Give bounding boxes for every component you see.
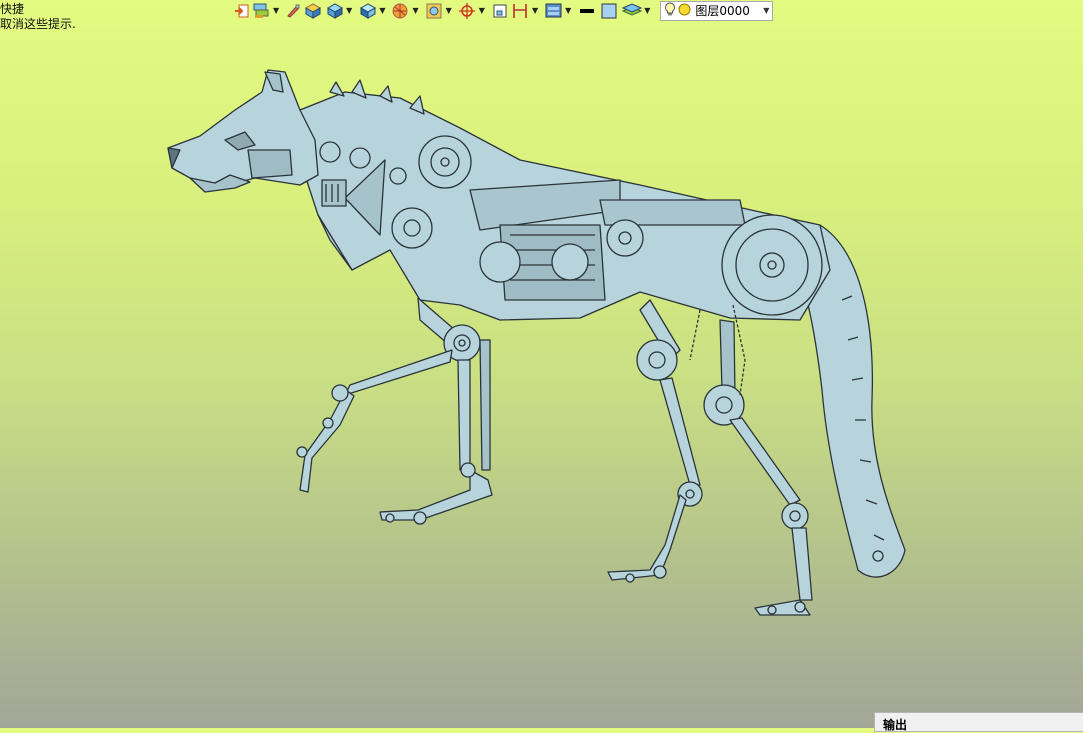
model-viewport[interactable] xyxy=(0,0,1083,728)
mechanical-wolf-model xyxy=(167,69,906,616)
output-panel[interactable]: 输出 xyxy=(874,712,1083,732)
output-panel-title: 输出 xyxy=(883,718,908,732)
